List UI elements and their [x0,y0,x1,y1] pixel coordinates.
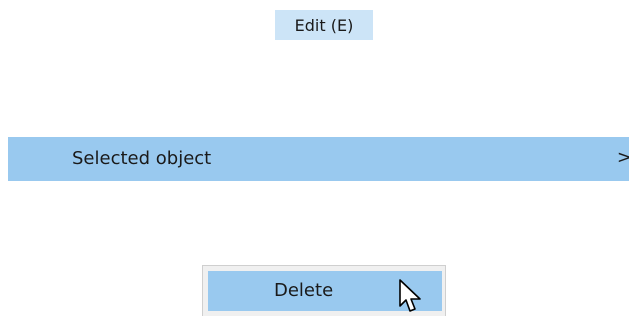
delete-label: Delete [274,280,334,301]
chevron-right-icon: > [616,147,629,168]
edit-menu-tab[interactable]: Edit (E) [275,10,373,40]
arrow-pointer-icon [399,279,421,312]
selected-object-menu-item[interactable]: Selected object > [8,137,629,181]
edit-menu-label: Edit (E) [294,15,354,35]
selected-object-label: Selected object [72,148,212,169]
